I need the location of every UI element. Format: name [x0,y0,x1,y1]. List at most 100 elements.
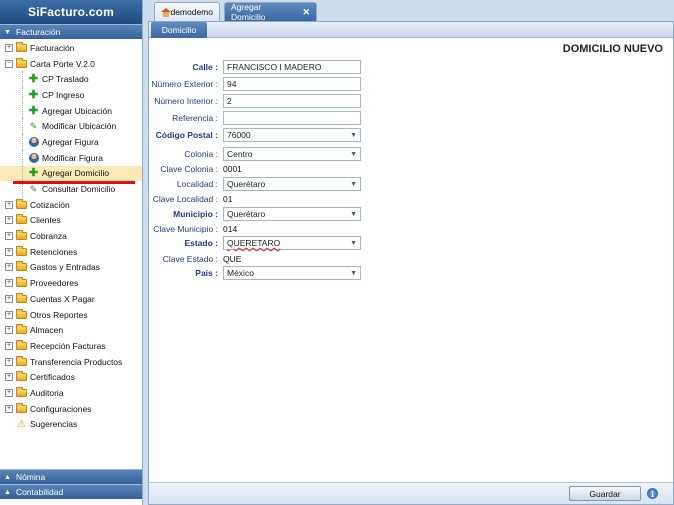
row-clave-estado: Clave Estado : QUE [149,252,674,266]
pais-select[interactable]: México ▼ [223,266,361,280]
page-title: DOMICILIO NUEVO [562,43,663,55]
menu-item[interactable]: + Cobranza [0,228,142,244]
expand-icon[interactable]: + [5,388,13,397]
row-num-ext: Número Exterior : [149,77,674,91]
menu-item[interactable]: ✚ CP Traslado [0,71,142,88]
referencia-label: Referencia : [172,113,218,123]
tree-line [22,87,23,103]
menu-item-label: Recepción Facturas [30,340,106,351]
localidad-label: Localidad : [176,179,218,189]
row-estado: Estado : QUERETARO ▼ [149,236,674,250]
menu-item[interactable]: + Gastos y Entradas [0,260,142,276]
menu-item[interactable]: + Recepción Facturas [0,338,142,354]
menu-item[interactable]: + Facturación [0,40,142,56]
referencia-input[interactable] [223,111,361,125]
expand-icon[interactable]: + [5,263,13,272]
expand-icon[interactable]: + [5,294,13,303]
folder-icon [16,214,27,225]
tree-line [22,165,23,182]
expand-icon[interactable]: + [5,373,13,382]
menu-item[interactable]: + Retenciones [0,244,142,260]
menu-item[interactable]: − Carta Porte V.2.0 [0,56,142,72]
menu-item[interactable]: + Certificados [0,369,142,385]
expand-icon[interactable]: + [5,43,13,52]
num-ext-label: Número Exterior : [151,79,218,89]
menu-item[interactable]: + Cuentas X Pagar [0,291,142,307]
clave-estado-value: QUE [223,254,242,264]
expand-icon[interactable]: + [5,200,13,209]
menu-item-label: Cotización [30,199,70,210]
menu-item[interactable]: ✚ CP Ingreso [0,87,142,103]
subtab-bar: Domicilio [149,22,673,38]
folder-icon [16,371,27,382]
expand-icon[interactable]: + [5,310,13,319]
menu-item[interactable]: + Transferencia Productos [0,354,142,370]
main-panel: Domicilio DOMICILIO NUEVO Calle : Número… [148,21,674,505]
folder-icon [16,324,27,335]
menu-item[interactable]: + Otros Reportes [0,307,142,323]
folder-icon [16,339,27,351]
plus-icon: ✚ [28,88,39,101]
accordion-facturacion[interactable]: ▼ Facturación [0,24,142,39]
expand-icon[interactable]: + [5,341,13,350]
tab-domicilio[interactable]: Domicilio [151,22,207,38]
tab-agregar-domicilio[interactable]: Agregar Domicilio ✕ [224,2,317,22]
tab-demodemo[interactable]: demodemo [154,2,220,21]
municipio-select[interactable]: Querétaro ▼ [223,207,361,221]
menu-item[interactable]: + Configuraciones [0,401,142,417]
calle-input[interactable] [223,60,361,74]
folder-icon [16,41,27,53]
menu-item[interactable]: + Auditoria [0,385,142,401]
menu-item-label: Almacen [30,325,64,336]
expand-icon[interactable]: + [5,326,13,335]
save-button[interactable]: Guardar [569,486,641,501]
pencil-icon: ✎ [29,120,38,131]
accordion-contabilidad[interactable]: ▲ Contabilidad [0,484,142,499]
expand-icon[interactable]: + [5,247,13,256]
chevron-down-icon: ▼ [350,210,357,218]
menu-item[interactable]: ✎ Modificar Ubicación [0,118,142,135]
expand-icon[interactable]: + [5,357,13,366]
menu-item[interactable]: ✚ Agregar Domicilio [0,165,142,182]
expand-icon[interactable]: + [5,279,13,288]
menu-item[interactable]: Agregar Figura [0,134,142,150]
menu-item[interactable]: Modificar Figura [0,149,142,166]
menu-item-label: Facturación [30,42,75,53]
info-icon[interactable]: i [647,488,658,499]
menu-item-label: CP Ingreso [42,89,85,100]
clave-estado-label: Clave Estado : [162,254,218,264]
menu-item-label: Certificados [30,372,75,383]
row-pais: Pais : México ▼ [149,266,674,280]
select-value: QUERETARO [227,238,281,248]
menu-item[interactable]: + Clientes [0,213,142,229]
pais-label: Pais : [195,268,218,278]
clave-localidad-label: Clave Localidad : [152,194,218,204]
close-icon[interactable]: ✕ [302,7,310,18]
menu-item[interactable]: + Almacen [0,322,142,338]
estado-select[interactable]: QUERETARO ▼ [223,236,361,250]
localidad-select[interactable]: Querétaro ▼ [223,177,361,191]
home-icon [161,7,172,17]
tree-line [22,102,23,119]
collapse-icon[interactable]: − [5,59,13,68]
folder-icon [16,355,27,367]
row-codigo-postal: Código Postal : 76000 ▼ [149,128,674,142]
expand-icon[interactable]: + [5,404,13,413]
expand-icon[interactable]: + [5,216,13,225]
num-int-input[interactable] [223,94,361,108]
num-ext-input[interactable] [223,77,361,91]
colonia-select[interactable]: Centro ▼ [223,147,361,161]
num-int-label: Número Interior : [154,96,218,106]
folder-open-icon [16,57,27,69]
menu-item[interactable]: ⚠ Sugerencias [0,417,142,433]
tree-line [22,134,23,150]
select-value: Querétaro [227,209,266,219]
menu-item-label: Transferencia Productos [30,356,123,367]
menu-item[interactable]: + Proveedores [0,275,142,291]
accordion-nomina[interactable]: ▲ Nómina [0,469,142,484]
folder-icon [16,277,27,288]
codigo-postal-select[interactable]: 76000 ▼ [223,128,361,142]
expand-icon[interactable]: + [5,232,13,241]
menu-item[interactable]: + Cotización [0,197,142,213]
menu-item[interactable]: ✚ Agregar Ubicación [0,102,142,119]
